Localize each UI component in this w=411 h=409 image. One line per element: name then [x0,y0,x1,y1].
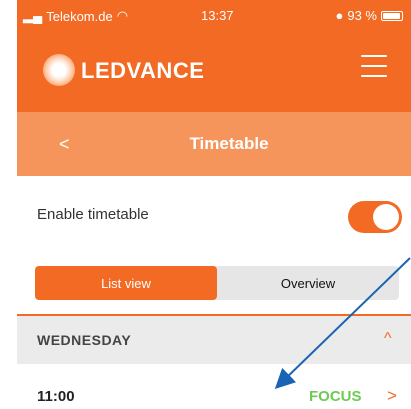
day-label: WEDNESDAY [37,332,132,348]
view-segmented-control: List view Overview [35,266,399,300]
status-right: ● 93 % [335,8,403,23]
toggle-knob [373,204,399,230]
app-header: ▂▄ Telekom.de ◠ 13:37 ● 93 % LEDVANCE [17,0,411,112]
entry-mode: FOCUS [309,388,362,405]
carrier-label: Telekom.de [46,8,113,24]
tab-overview[interactable]: Overview [217,266,399,300]
battery-icon [381,10,403,21]
alarm-icon: ● [335,8,344,23]
enable-timetable-row: Enable timetable [17,176,411,252]
day-section-header[interactable]: WEDNESDAY ^ [17,316,411,364]
chevron-up-icon[interactable]: ^ [384,330,392,348]
status-time: 13:37 [201,8,234,23]
timetable-entry[interactable]: 11:00 FOCUS > [17,364,411,409]
hamburger-menu-icon[interactable] [361,55,387,77]
enable-timetable-toggle[interactable] [348,201,402,233]
page-title: Timetable [189,134,269,153]
battery-percent: 93 % [347,8,377,23]
tab-list-view[interactable]: List view [35,266,217,300]
enable-timetable-label: Enable timetable [37,206,149,223]
brand-name: LEDVANCE [81,58,205,83]
status-left: ▂▄ Telekom.de ◠ [23,8,128,24]
entry-time: 11:00 [37,388,75,405]
page-header: < Timetable [17,112,411,176]
signal-icon: ▂▄ [23,8,43,23]
ledvance-logo-icon [43,54,75,86]
status-bar: ▂▄ Telekom.de ◠ 13:37 ● 93 % [17,0,411,28]
wifi-icon: ◠ [116,8,129,23]
chevron-right-icon[interactable]: > [387,386,397,406]
